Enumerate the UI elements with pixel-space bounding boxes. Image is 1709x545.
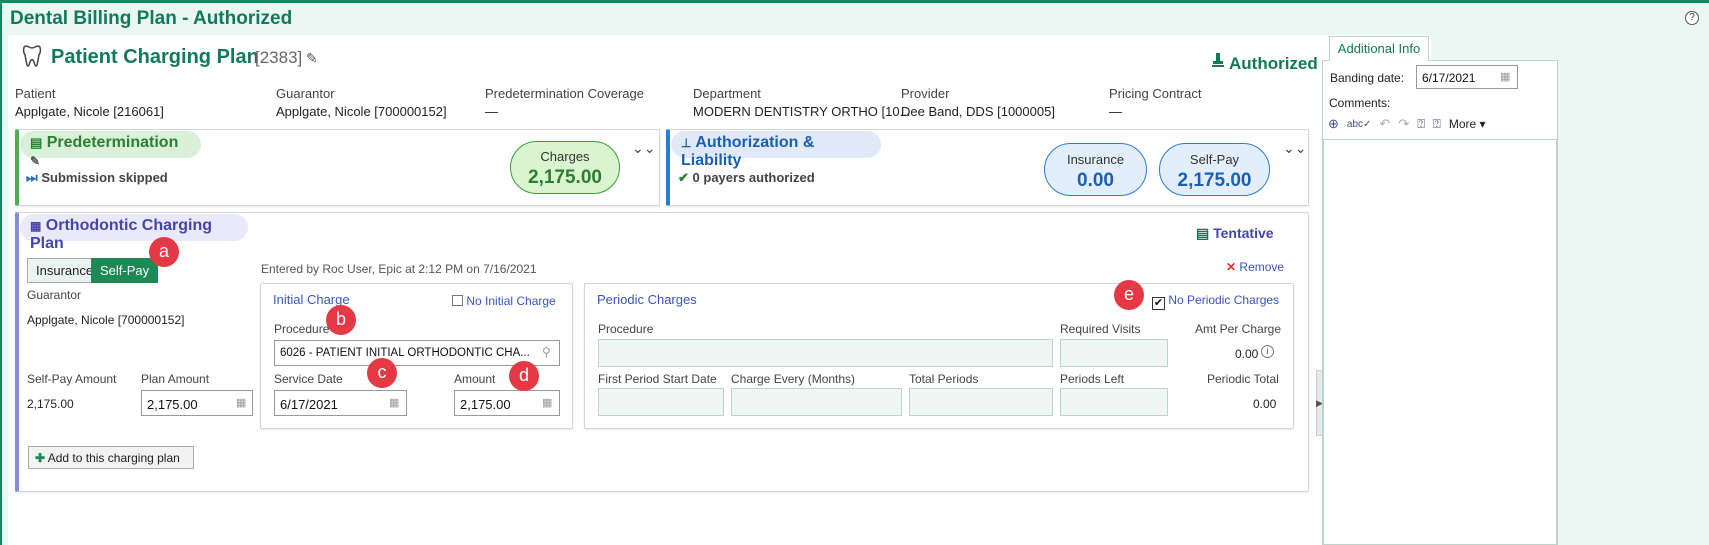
comments-toolbar: ⊕ abc✓ ↶ ↷ ⍰ ⍰ More ▾	[1328, 116, 1486, 132]
info-predetermination: Predetermination Coverage —	[485, 86, 644, 119]
checkbox-checked-icon: ✔	[1152, 297, 1165, 310]
edit-pencil-icon[interactable]: ✎	[30, 154, 40, 168]
spellcheck-icon[interactable]: abc✓	[1347, 119, 1372, 130]
calculator-icon[interactable]: ▦	[236, 396, 246, 409]
procedure-label: Procedure	[274, 322, 330, 336]
info-provider: Provider Dee Band, DDS [1000005]	[901, 86, 1055, 119]
charges-bubble: Charges 2,175.00	[510, 141, 620, 194]
amount-label: Amount	[454, 372, 496, 386]
orthodontic-header: ▦ Orthodontic Charging Plan	[20, 214, 248, 252]
guarantor-label: Guarantor	[27, 288, 82, 302]
money-icon: ▤	[30, 135, 43, 150]
periodic-total-value: 0.00	[1253, 397, 1277, 411]
search-icon[interactable]: ⚲	[542, 345, 551, 359]
more-menu[interactable]: More ▾	[1449, 117, 1486, 131]
required-visits-field[interactable]	[1060, 339, 1168, 367]
smartphrase-icon[interactable]: ⍰	[1433, 116, 1441, 132]
guarantor-value: Applgate, Nicole [700000152]	[27, 313, 185, 327]
first-period-label: First Period Start Date	[598, 372, 717, 386]
amt-per-charge-value: 0.00	[1235, 347, 1259, 361]
first-period-field[interactable]	[598, 388, 724, 416]
check-icon: ✔	[678, 170, 689, 185]
calculator-icon[interactable]: ▦	[542, 396, 552, 409]
close-icon: ✕	[1226, 260, 1237, 274]
info-icon[interactable]: i	[1261, 345, 1274, 358]
collapse-chevron-icon[interactable]: ⌄⌄	[632, 140, 655, 157]
marker-b: b	[326, 305, 356, 335]
service-date-label: Service Date	[274, 372, 343, 386]
authorization-header: ⊥ Authorization & Liability	[671, 131, 881, 169]
selfpay-amount-value: 2,175.00	[27, 397, 74, 411]
entered-by-text: Entered by Roc User, Epic at 2:12 PM on …	[261, 262, 537, 276]
marker-d: d	[509, 361, 539, 391]
stamp-icon	[1212, 53, 1224, 67]
calendar-icon[interactable]: ▦	[389, 396, 399, 409]
calendar-clock-icon: ▤	[1196, 225, 1210, 241]
info-guarantor: Guarantor Applgate, Nicole [700000152]	[276, 86, 447, 119]
selfpay-bubble: Self-Pay 2,175.00	[1159, 143, 1270, 196]
charge-every-label: Charge Every (Months)	[731, 372, 856, 386]
marker-c: c	[367, 358, 397, 388]
skip-icon: ⏭	[26, 170, 38, 185]
periodic-procedure-label: Procedure	[598, 322, 654, 336]
marker-e: e	[1114, 280, 1144, 310]
comments-label: Comments:	[1329, 96, 1391, 110]
required-visits-label: Required Visits	[1060, 322, 1141, 336]
plan-amount-label: Plan Amount	[141, 372, 210, 386]
edit-pencil-icon[interactable]: ✎	[306, 50, 318, 67]
zoom-icon[interactable]: ⊕	[1328, 116, 1339, 132]
stamp-icon: ⊥	[681, 136, 692, 150]
authorization-status: ✔ 0 payers authorized	[678, 170, 815, 185]
collapse-chevron-icon[interactable]: ⌄⌄	[1283, 140, 1306, 157]
periods-left-field[interactable]	[1060, 388, 1168, 416]
marker-a: a	[149, 237, 179, 267]
plan-id: [2383]	[255, 48, 303, 67]
no-initial-charge-checkbox[interactable]: No Initial Charge	[452, 294, 556, 308]
tooth-icon	[22, 45, 42, 67]
periods-left-label: Periods Left	[1060, 372, 1125, 386]
info-pricing-contract: Pricing Contract —	[1109, 86, 1202, 119]
periodic-total-label: Periodic Total	[1207, 372, 1279, 386]
window-title: Dental Billing Plan - Authorized	[10, 8, 293, 29]
charge-every-field[interactable]	[731, 388, 902, 416]
undo-icon[interactable]: ↶	[1379, 116, 1390, 132]
selfpay-amount-label: Self-Pay Amount	[27, 372, 117, 386]
no-periodic-charges-checkbox[interactable]: ✔ No Periodic Charges	[1152, 293, 1279, 310]
banding-date-label: Banding date:	[1330, 71, 1405, 85]
total-periods-label: Total Periods	[909, 372, 979, 386]
remove-button[interactable]: ✕ Remove	[1226, 260, 1284, 274]
total-periods-field[interactable]	[909, 388, 1053, 416]
amt-per-charge-label: Amt Per Charge	[1195, 322, 1282, 336]
periodic-charges-title: Periodic Charges	[597, 292, 697, 307]
insurance-bubble: Insurance 0.00	[1044, 143, 1147, 196]
tab-additional-info[interactable]: Additional Info	[1329, 36, 1429, 61]
checkbox-icon	[452, 295, 463, 306]
help-box-icon[interactable]: ⍰	[1417, 116, 1425, 132]
tab-self-pay[interactable]: Self-Pay	[91, 258, 159, 283]
page-title: Patient Charging Plan	[51, 46, 259, 68]
info-department: Department MODERN DENTISTRY ORTHO [10...	[693, 86, 911, 119]
tentative-status: ▤ Tentative	[1196, 225, 1274, 241]
plan-status: Authorized	[1229, 54, 1318, 73]
help-icon[interactable]: ?	[1685, 11, 1699, 25]
service-date-field[interactable]: 6/17/2021	[274, 390, 407, 416]
predetermination-status: ⏭ Submission skipped	[26, 170, 168, 185]
periodic-procedure-field[interactable]	[598, 339, 1053, 367]
plus-icon: ✚	[35, 451, 46, 465]
redo-icon[interactable]: ↷	[1398, 116, 1409, 132]
predetermination-header: ▤ Predetermination ✎	[20, 131, 201, 168]
calendar-icon[interactable]: ▦	[1500, 70, 1510, 83]
add-to-plan-button[interactable]: ✚ Add to this charging plan	[28, 446, 194, 469]
info-patient: Patient Applgate, Nicole [216061]	[15, 86, 164, 119]
comments-textarea[interactable]	[1323, 139, 1557, 545]
calendar-icon: ▦	[30, 219, 42, 233]
